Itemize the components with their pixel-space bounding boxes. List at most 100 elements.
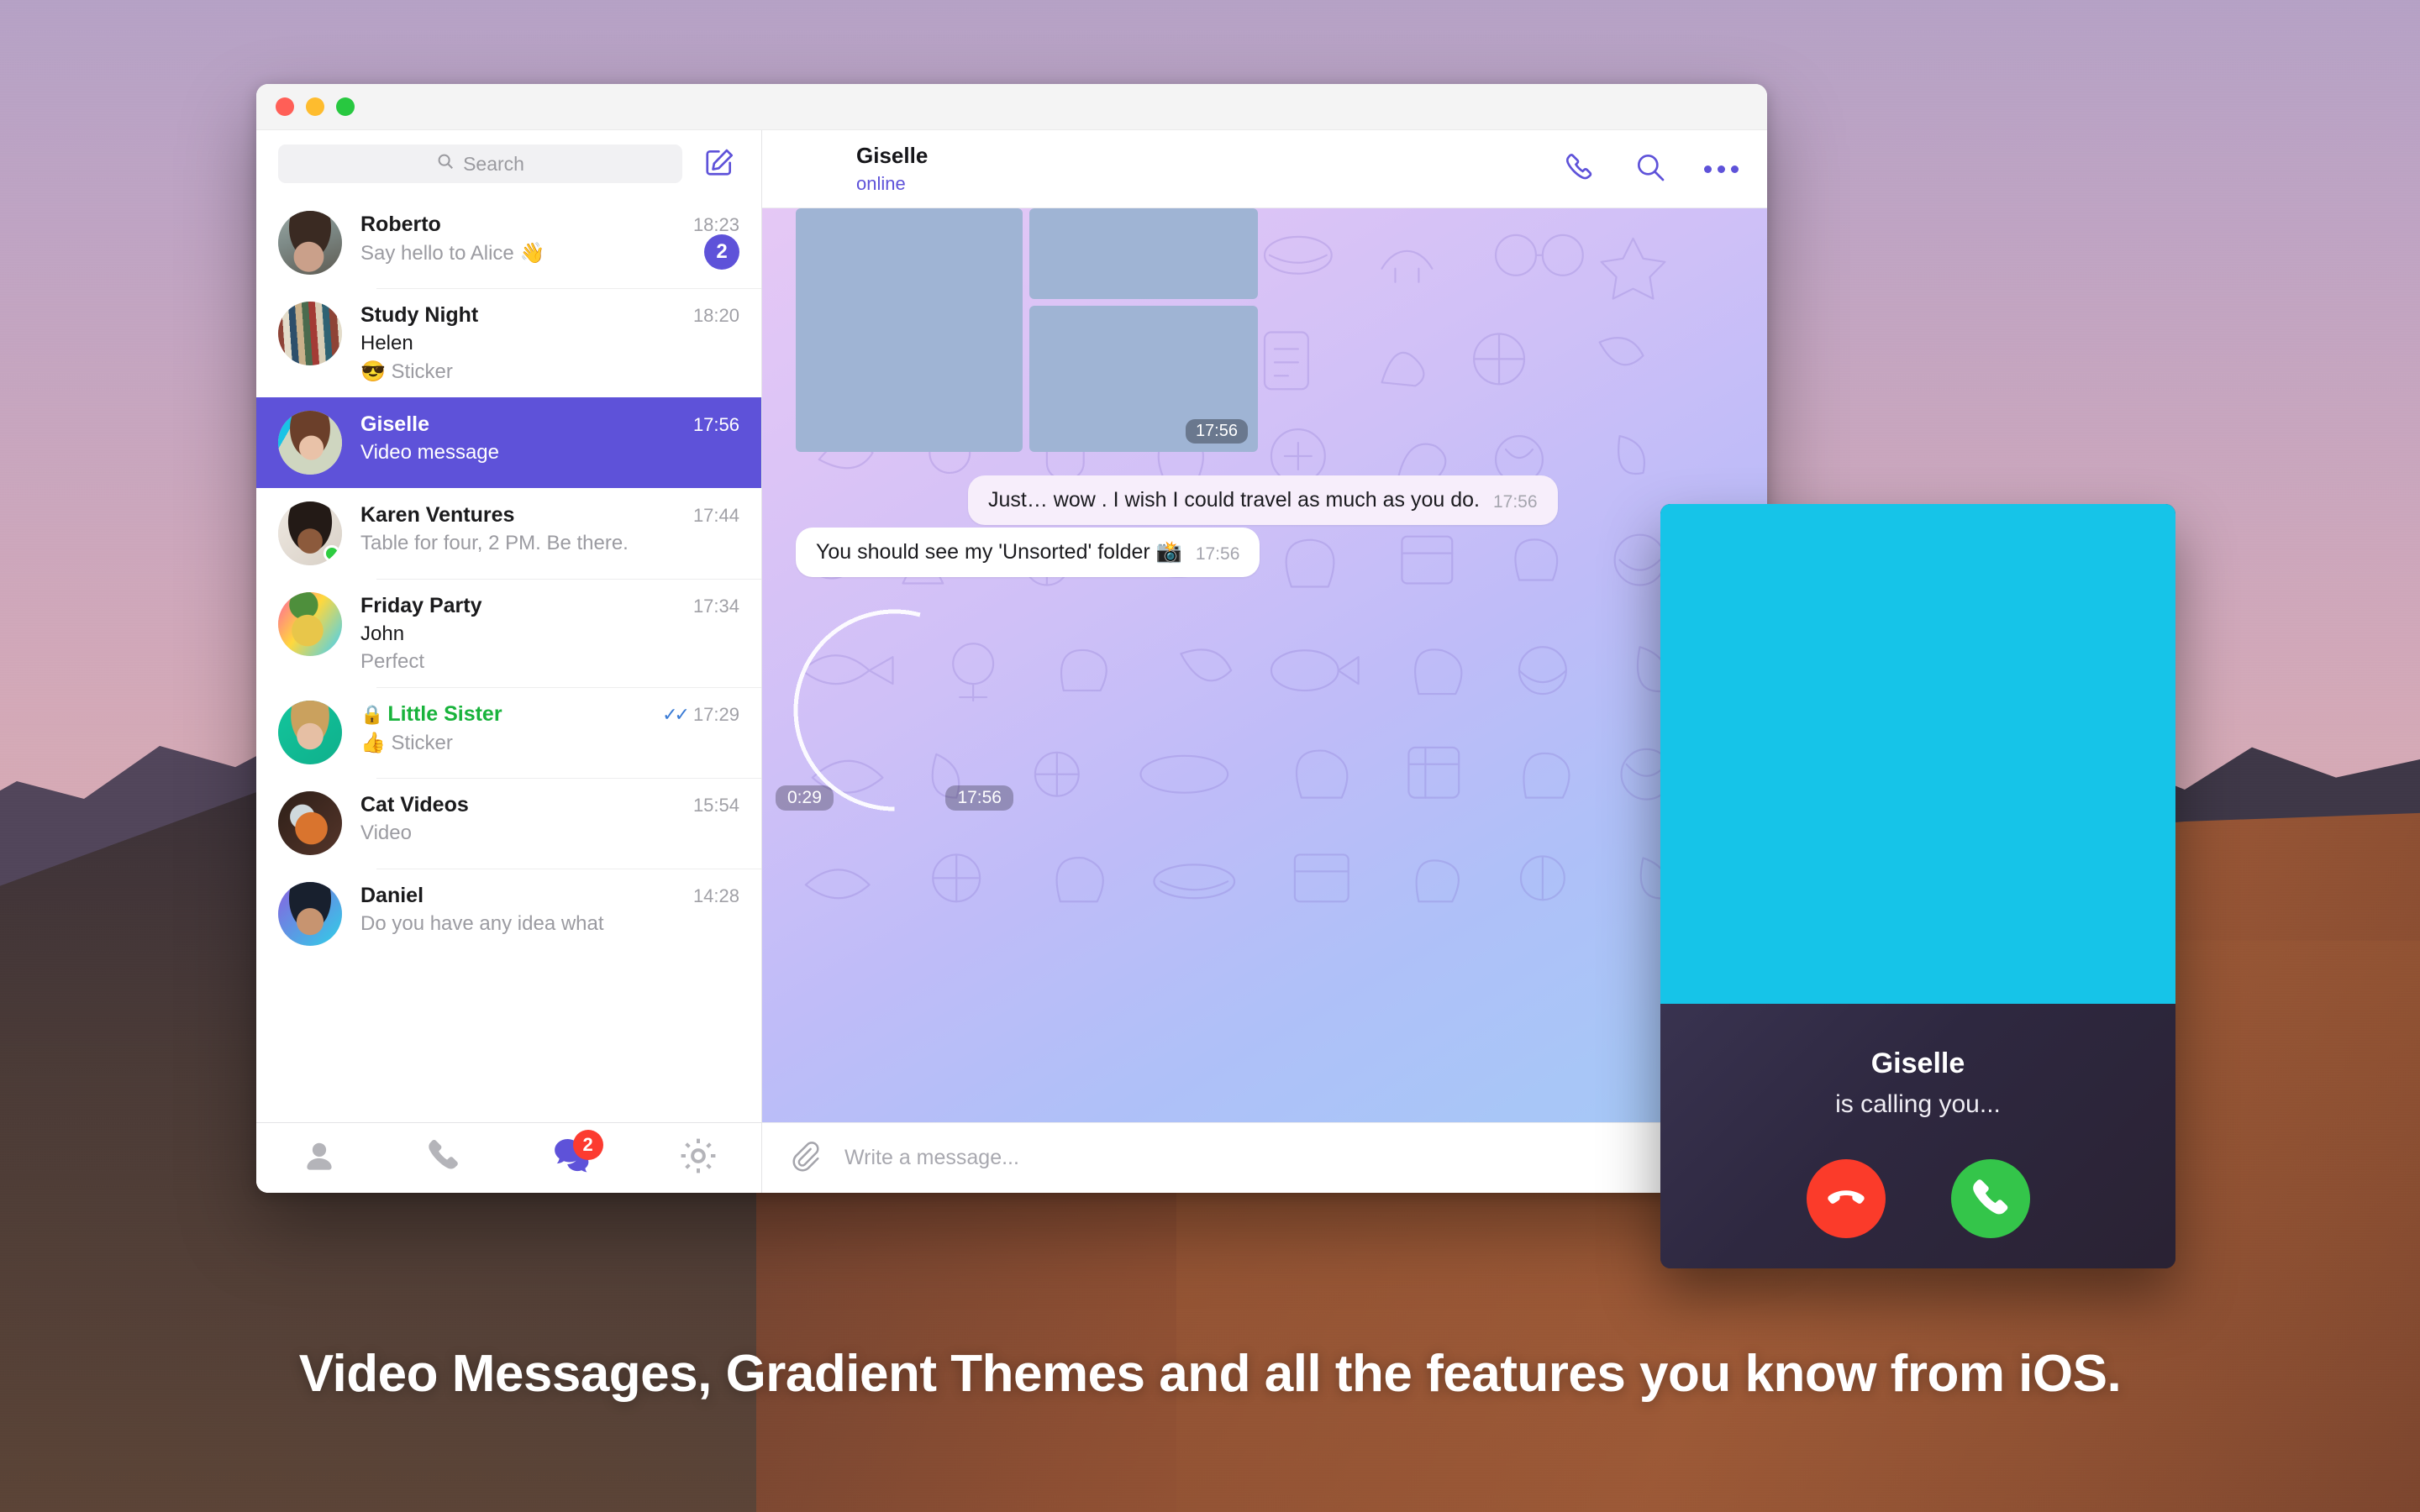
unread-badge: 2: [704, 234, 739, 270]
search-in-chat-button[interactable]: [1634, 150, 1667, 188]
album-photo[interactable]: [796, 208, 1023, 452]
album-timestamp: 17:56: [1185, 419, 1248, 444]
chat-list-item-header: 🔒 Little Sister ✓✓ 17:29: [360, 702, 739, 727]
video-message[interactable]: 0:29 17:56: [776, 608, 1013, 812]
chat-name: Cat Videos: [360, 793, 469, 816]
chat-list-item[interactable]: Daniel 14:28 Do you have any idea what: [256, 869, 761, 959]
chat-timestamp: 17:56: [692, 414, 739, 435]
avatar[interactable]: [278, 411, 342, 475]
message-bubble-outgoing[interactable]: Just… wow . I wish I could travel as muc…: [968, 475, 1558, 525]
message-bubble-incoming[interactable]: You should see my 'Unsorted' folder 📸 17…: [796, 528, 1260, 577]
page-title: Giselle: [856, 143, 929, 168]
person-icon: [298, 1135, 340, 1181]
chat-list-item[interactable]: Roberto 18:23 Say hello to Alice 👋 2: [256, 197, 761, 288]
avatar[interactable]: [278, 211, 342, 275]
video-progress-ring: [792, 608, 997, 812]
album-photo[interactable]: [1029, 208, 1258, 299]
search-input[interactable]: Search: [278, 144, 682, 183]
window-body: Search Roberto 18:23 Say hello to Alice 👋 2…: [256, 130, 1767, 1193]
sidebar-item-settings[interactable]: [669, 1133, 728, 1184]
chat-meta: 14:28: [681, 885, 739, 907]
close-button[interactable]: [276, 97, 294, 116]
status-badge: online: [856, 173, 906, 194]
avatar[interactable]: [278, 791, 342, 855]
chat-list-item[interactable]: Karen Ventures 17:44 Table for four, 2 PM.…: [256, 488, 761, 579]
chat-list[interactable]: Roberto 18:23 Say hello to Alice 👋 2 Study N…: [256, 197, 761, 1122]
chat-sender: Helen: [360, 332, 413, 354]
chat-list-item-text: Friday Party 17:34 John Perfect: [360, 592, 739, 674]
avatar[interactable]: [278, 592, 342, 656]
chat-list-item[interactable]: Friday Party 17:34 John Perfect: [256, 579, 761, 687]
messenger-window: Search Roberto 18:23 Say hello to Alice 👋 2…: [256, 84, 1767, 1193]
chat-preview: Video message: [360, 441, 499, 464]
paperclip-icon[interactable]: [787, 1139, 821, 1177]
chats-unread-badge: 2: [572, 1129, 603, 1160]
chat-list-item[interactable]: Study Night 18:20 Helen 😎 Sticker: [256, 288, 761, 397]
chat-list-item-header: Roberto 18:23: [360, 213, 739, 237]
sidebar-item-calls[interactable]: [416, 1133, 475, 1184]
chat-list-item[interactable]: Cat Videos 15:54 Video: [256, 778, 761, 869]
chat-list-item[interactable]: 🔒 Little Sister ✓✓ 17:29 👍 Sticker: [256, 687, 761, 778]
chat-timestamp: 15:54: [692, 795, 739, 816]
search-placeholder: Search: [463, 152, 524, 175]
chat-preview: Table for four, 2 PM. Be there.: [360, 532, 629, 554]
avatar[interactable]: [278, 701, 342, 764]
chat-list-item-header: Study Night 18:20: [360, 303, 739, 328]
chat-list-item-text: Roberto 18:23 Say hello to Alice 👋: [360, 211, 739, 275]
gear-icon: [677, 1135, 719, 1181]
chat-list-item-text: Karen Ventures 17:44 Table for four, 2 PM.…: [360, 501, 739, 565]
decline-call-button[interactable]: [1806, 1159, 1886, 1238]
message-timestamp: 17:56: [1492, 492, 1538, 512]
minimize-button[interactable]: [306, 97, 324, 116]
sidebar: Search Roberto 18:23 Say hello to Alice 👋 2…: [256, 130, 762, 1193]
avatar[interactable]: [278, 501, 342, 565]
chat-preview: Say hello to Alice 👋: [360, 242, 545, 265]
chat-name: Giselle: [360, 412, 429, 436]
chat-header-text: Giselle online: [856, 143, 928, 195]
divider: [376, 687, 761, 688]
sidebar-item-chats[interactable]: 2: [543, 1129, 603, 1184]
chat-list-item[interactable]: Giselle 17:56 Video message: [256, 397, 761, 488]
marketing-caption: Video Messages, Gradient Themes and all …: [298, 1345, 2122, 1403]
call-button[interactable]: [1563, 150, 1597, 188]
chat-name: Roberto: [360, 213, 441, 236]
caller-name: Giselle: [1870, 1047, 1965, 1079]
chat-sender: John: [360, 622, 405, 645]
chat-timestamp: 17:34: [692, 596, 739, 617]
video-duration: 0:29: [776, 785, 834, 811]
chat-meta: 15:54: [681, 795, 739, 816]
accept-call-button[interactable]: [1950, 1159, 2030, 1238]
chat-preview: 😎 Sticker: [360, 360, 453, 383]
message-input[interactable]: [844, 1146, 1680, 1170]
desktop: Search Roberto 18:23 Say hello to Alice 👋 2…: [0, 0, 2420, 1512]
more-dots-icon[interactable]: [1704, 165, 1739, 173]
compose-icon: [703, 146, 735, 182]
lock-icon: 🔒: [360, 704, 384, 725]
chat-name: Study Night: [360, 303, 479, 327]
chat-list-item-header: Cat Videos 15:54: [360, 793, 739, 817]
chat-meta: 17:34: [681, 596, 739, 617]
sidebar-tabbar: 2: [256, 1122, 761, 1193]
read-receipt-icon: ✓✓: [662, 704, 690, 725]
avatar[interactable]: [278, 302, 342, 365]
chat-timestamp: 18:23: [692, 214, 739, 235]
sidebar-item-contacts[interactable]: [290, 1133, 349, 1184]
message-list[interactable]: 17:56 Just… wow . I wish I could travel …: [762, 208, 1767, 1122]
chat-name: 🔒 Little Sister: [360, 702, 502, 726]
chat-preview: 👍 Sticker: [360, 732, 453, 754]
avatar[interactable]: [278, 882, 342, 946]
message-timestamp: 17:56: [1195, 544, 1240, 564]
album-photo[interactable]: 17:56: [1029, 306, 1258, 452]
call-status-text: is calling you...: [1835, 1090, 2001, 1118]
window-titlebar: [256, 84, 1767, 130]
chat-meta: 18:23: [681, 214, 739, 236]
chat-name: Friday Party: [360, 594, 482, 617]
avatar[interactable]: [787, 143, 839, 195]
zoom-button[interactable]: [336, 97, 355, 116]
incoming-call-panel: Giselle is calling you...: [1660, 504, 2175, 1268]
search-icon: [436, 152, 455, 176]
chat-list-item-header: Karen Ventures 17:44: [360, 503, 739, 528]
compose-button[interactable]: [696, 142, 743, 186]
chat-list-item-text: Study Night 18:20 Helen 😎 Sticker: [360, 302, 739, 384]
chat-timestamp: 17:44: [692, 505, 739, 526]
